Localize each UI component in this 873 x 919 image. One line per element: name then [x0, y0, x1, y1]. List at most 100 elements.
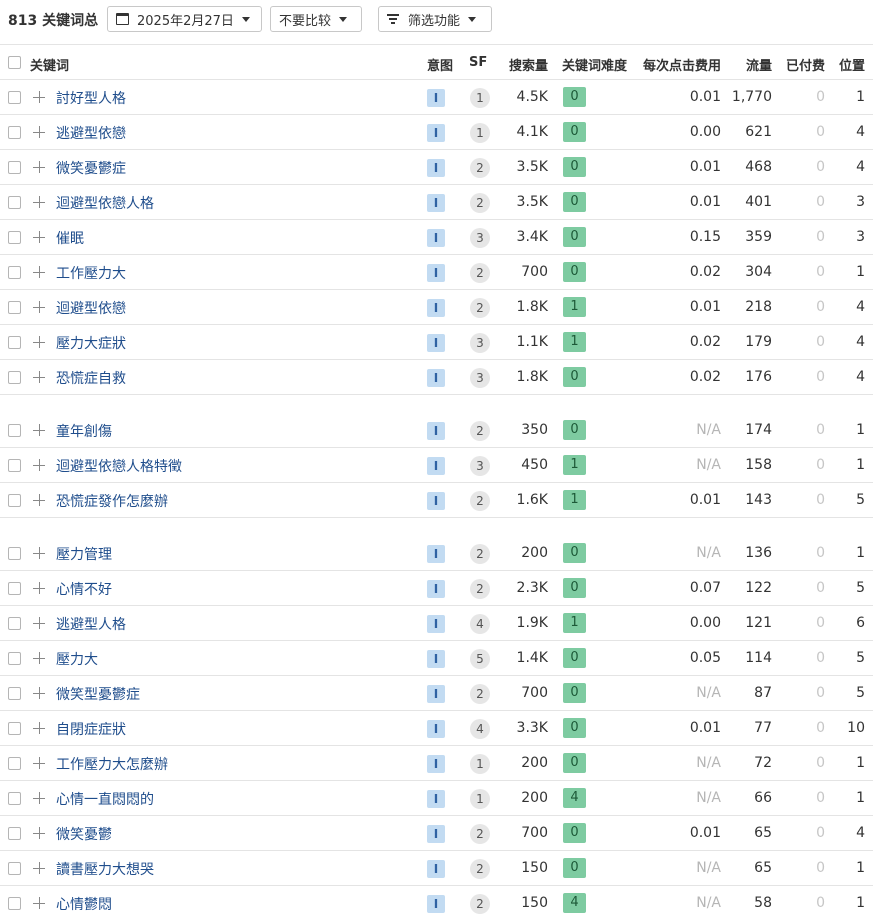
column-header-intent[interactable]: 意图	[427, 55, 453, 74]
serp-features-count[interactable]: 4	[470, 719, 490, 739]
serp-features-count[interactable]: 2	[470, 859, 490, 879]
serp-features-count[interactable]: 2	[470, 684, 490, 704]
row-checkbox[interactable]	[8, 792, 21, 805]
plus-icon[interactable]	[33, 792, 45, 804]
keyword-link[interactable]: 童年創傷	[56, 421, 112, 441]
keyword-link[interactable]: 迴避型依戀人格	[56, 193, 154, 213]
serp-features-count[interactable]: 2	[470, 579, 490, 599]
serp-features-count[interactable]: 1	[470, 88, 490, 108]
serp-features-count[interactable]: 1	[470, 123, 490, 143]
serp-features-count[interactable]: 2	[470, 193, 490, 213]
column-header-position[interactable]: 位置	[839, 55, 865, 74]
serp-features-count[interactable]: 5	[470, 649, 490, 669]
serp-features-count[interactable]: 1	[470, 789, 490, 809]
keyword-link[interactable]: 微笑憂鬱	[56, 824, 112, 844]
column-header-cpc[interactable]: 每次点击费用	[643, 55, 721, 74]
row-checkbox[interactable]	[8, 757, 21, 770]
plus-icon[interactable]	[33, 196, 45, 208]
row-checkbox[interactable]	[8, 161, 21, 174]
row-checkbox[interactable]	[8, 196, 21, 209]
serp-features-count[interactable]: 3	[470, 228, 490, 248]
keyword-link[interactable]: 逃避型人格	[56, 614, 126, 634]
plus-icon[interactable]	[33, 494, 45, 506]
column-header-paid[interactable]: 已付费	[786, 55, 825, 74]
select-all-checkbox[interactable]	[8, 56, 21, 69]
row-checkbox[interactable]	[8, 266, 21, 279]
row-checkbox[interactable]	[8, 862, 21, 875]
keyword-link[interactable]: 讀書壓力大想哭	[56, 859, 154, 879]
row-checkbox[interactable]	[8, 722, 21, 735]
keyword-link[interactable]: 工作壓力大怎麼辦	[56, 754, 168, 774]
serp-features-count[interactable]: 2	[470, 824, 490, 844]
plus-icon[interactable]	[33, 547, 45, 559]
date-picker-button[interactable]: 2025年2月27日	[107, 6, 262, 32]
serp-features-count[interactable]: 2	[470, 421, 490, 441]
plus-icon[interactable]	[33, 91, 45, 103]
serp-features-count[interactable]: 4	[470, 614, 490, 634]
keyword-link[interactable]: 微笑型憂鬱症	[56, 684, 140, 704]
serp-features-count[interactable]: 2	[470, 491, 490, 511]
keyword-link[interactable]: 恐慌症發作怎麼辦	[56, 491, 168, 511]
row-checkbox[interactable]	[8, 617, 21, 630]
plus-icon[interactable]	[33, 231, 45, 243]
keyword-link[interactable]: 心情鬱悶	[56, 894, 112, 914]
plus-icon[interactable]	[33, 862, 45, 874]
row-checkbox[interactable]	[8, 301, 21, 314]
serp-features-count[interactable]: 2	[470, 158, 490, 178]
row-checkbox[interactable]	[8, 582, 21, 595]
row-checkbox[interactable]	[8, 897, 21, 910]
keyword-link[interactable]: 壓力大	[56, 649, 98, 669]
serp-features-count[interactable]: 3	[470, 333, 490, 353]
keyword-link[interactable]: 工作壓力大	[56, 263, 126, 283]
plus-icon[interactable]	[33, 161, 45, 173]
plus-icon[interactable]	[33, 897, 45, 909]
column-header-sf[interactable]: SF	[469, 55, 487, 70]
plus-icon[interactable]	[33, 424, 45, 436]
keyword-link[interactable]: 壓力大症狀	[56, 333, 126, 353]
keyword-link[interactable]: 迴避型依戀人格特徵	[56, 456, 182, 476]
serp-features-count[interactable]: 3	[470, 456, 490, 476]
plus-icon[interactable]	[33, 617, 45, 629]
row-checkbox[interactable]	[8, 126, 21, 139]
row-checkbox[interactable]	[8, 494, 21, 507]
column-header-traffic[interactable]: 流量	[746, 55, 772, 74]
plus-icon[interactable]	[33, 757, 45, 769]
plus-icon[interactable]	[33, 687, 45, 699]
column-header-kd[interactable]: 关键词难度	[562, 55, 627, 74]
row-checkbox[interactable]	[8, 231, 21, 244]
filter-button[interactable]: 筛选功能	[378, 6, 492, 32]
plus-icon[interactable]	[33, 301, 45, 313]
plus-icon[interactable]	[33, 371, 45, 383]
keyword-link[interactable]: 壓力管理	[56, 544, 112, 564]
plus-icon[interactable]	[33, 652, 45, 664]
row-checkbox[interactable]	[8, 827, 21, 840]
serp-features-count[interactable]: 2	[470, 894, 490, 914]
keyword-link[interactable]: 心情不好	[56, 579, 112, 599]
row-checkbox[interactable]	[8, 424, 21, 437]
row-checkbox[interactable]	[8, 91, 21, 104]
row-checkbox[interactable]	[8, 459, 21, 472]
plus-icon[interactable]	[33, 582, 45, 594]
row-checkbox[interactable]	[8, 687, 21, 700]
keyword-link[interactable]: 討好型人格	[56, 88, 126, 108]
compare-dropdown[interactable]: 不要比较	[270, 6, 362, 32]
plus-icon[interactable]	[33, 722, 45, 734]
serp-features-count[interactable]: 1	[470, 754, 490, 774]
keyword-link[interactable]: 自閉症症狀	[56, 719, 126, 739]
row-checkbox[interactable]	[8, 652, 21, 665]
serp-features-count[interactable]: 2	[470, 544, 490, 564]
keyword-link[interactable]: 逃避型依戀	[56, 123, 126, 143]
keyword-link[interactable]: 催眠	[56, 228, 84, 248]
row-checkbox[interactable]	[8, 547, 21, 560]
plus-icon[interactable]	[33, 459, 45, 471]
column-header-keyword[interactable]: 关键词	[30, 55, 69, 74]
plus-icon[interactable]	[33, 336, 45, 348]
keyword-link[interactable]: 微笑憂鬱症	[56, 158, 126, 178]
row-checkbox[interactable]	[8, 336, 21, 349]
serp-features-count[interactable]: 3	[470, 368, 490, 388]
keyword-link[interactable]: 迴避型依戀	[56, 298, 126, 318]
serp-features-count[interactable]: 2	[470, 298, 490, 318]
row-checkbox[interactable]	[8, 371, 21, 384]
plus-icon[interactable]	[33, 266, 45, 278]
column-header-volume[interactable]: 搜索量	[509, 55, 548, 74]
